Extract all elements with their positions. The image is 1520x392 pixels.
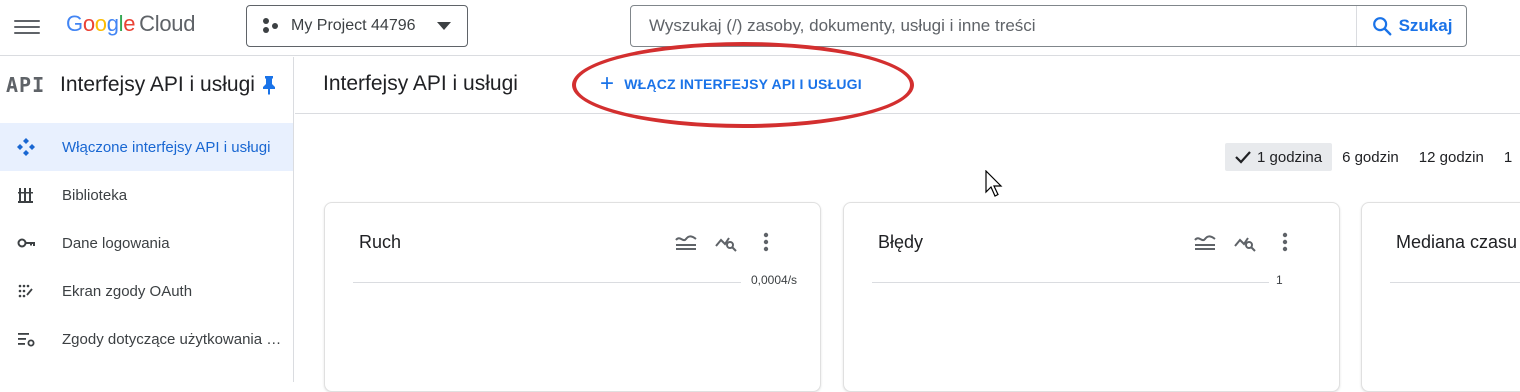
card-toolbar [673,229,779,255]
search-bar: Szukaj [630,5,1467,47]
pin-icon[interactable] [261,75,277,95]
time-range-label: 1 [1503,148,1513,166]
sidebar-item-credentials[interactable]: Dane logowania [0,219,293,267]
chart-gridline [353,282,741,283]
more-options-icon[interactable] [753,229,779,255]
sidebar-item-data-usage[interactable]: Zgody dotyczące użytkowania danych [0,315,293,363]
sidebar-item-enabled-apis[interactable]: Włączone interfejsy API i usługi [0,123,293,171]
time-range-label: 1 godzina [1257,148,1323,166]
time-range-label: 6 godzin [1342,148,1399,166]
google-cloud-logo[interactable]: Google Cloud [66,11,195,37]
page-title: Interfejsy API i usługi [323,72,518,95]
enable-apis-label: WŁĄCZ INTERFEJSY API I USŁUGI [624,76,862,92]
library-icon [16,185,62,205]
key-icon [16,233,62,253]
explore-chart-icon[interactable] [1232,229,1258,255]
chart-gridline [1390,282,1520,283]
sidebar-item-label: Zgody dotyczące użytkowania danych [62,330,284,348]
y-axis-max-label: 1 [1276,273,1283,287]
time-range-selector: 1 godzina 6 godzin 12 godzin 1 [1225,143,1520,171]
api-diamond-icon [16,137,62,157]
chevron-down-icon [437,22,451,30]
card-title: Ruch [359,232,402,252]
plus-icon: + [600,70,615,97]
metric-card-median-latency: Mediana czasu [1361,202,1520,392]
search-input[interactable] [631,6,1356,46]
sidebar-item-label: Włączone interfejsy API i usługi [62,138,271,156]
project-name: My Project 44796 [291,17,416,34]
metric-card-errors: Błędy 1 [843,202,1340,392]
card-title: Błędy [878,232,924,252]
oauth-consent-icon [16,281,62,301]
sidebar-item-oauth[interactable]: Ekran zgody OAuth [0,267,293,315]
data-usage-icon [16,329,62,349]
main-header: Interfejsy API i usługi + WŁĄCZ INTERFEJ… [295,57,1520,114]
enable-apis-button[interactable]: + WŁĄCZ INTERFEJSY API I USŁUGI [600,70,862,97]
y-axis-max-label: 0,0004/s [751,273,798,287]
metric-card-traffic: Ruch 0,0004/s [324,202,821,392]
time-range-label: 12 godzin [1418,148,1484,166]
legend-toggle-icon[interactable] [1192,229,1218,255]
card-toolbar [1192,229,1298,255]
sidebar-item-library[interactable]: Biblioteka [0,171,293,219]
search-button-label: Szukaj [1398,16,1453,35]
more-options-icon[interactable] [1272,229,1298,255]
check-icon [1235,151,1251,164]
sidebar-header: API Interfejsy API i usługi [0,57,293,113]
top-bar: GoogleCloud My Project 44796 Szukaj [0,0,1520,56]
search-button[interactable]: Szukaj [1356,6,1466,46]
chart-gridline [872,282,1269,283]
main-menu-icon[interactable] [14,16,40,40]
project-picker-button[interactable]: My Project 44796 [246,5,468,47]
time-range-option-more[interactable]: 1 [1494,143,1520,171]
time-range-option-1h[interactable]: 1 godzina [1225,143,1333,171]
card-title: Mediana czasu [1396,232,1518,252]
sidebar-item-label: Dane logowania [62,234,170,252]
sidebar-item-label: Biblioteka [62,186,128,204]
sidebar-item-label: Ekran zgody OAuth [62,282,193,300]
api-logo-icon: API [6,73,46,97]
search-icon [1372,17,1392,36]
explore-chart-icon[interactable] [713,229,739,255]
mouse-cursor-icon [985,170,1003,197]
sidebar: API Interfejsy API i usługi Włączone int… [0,57,294,382]
project-dots-icon [263,18,283,34]
sidebar-title: Interfejsy API i usługi [60,73,255,96]
time-range-option-6h[interactable]: 6 godzin [1332,143,1409,171]
time-range-option-12h[interactable]: 12 godzin [1409,143,1494,171]
legend-toggle-icon[interactable] [673,229,699,255]
